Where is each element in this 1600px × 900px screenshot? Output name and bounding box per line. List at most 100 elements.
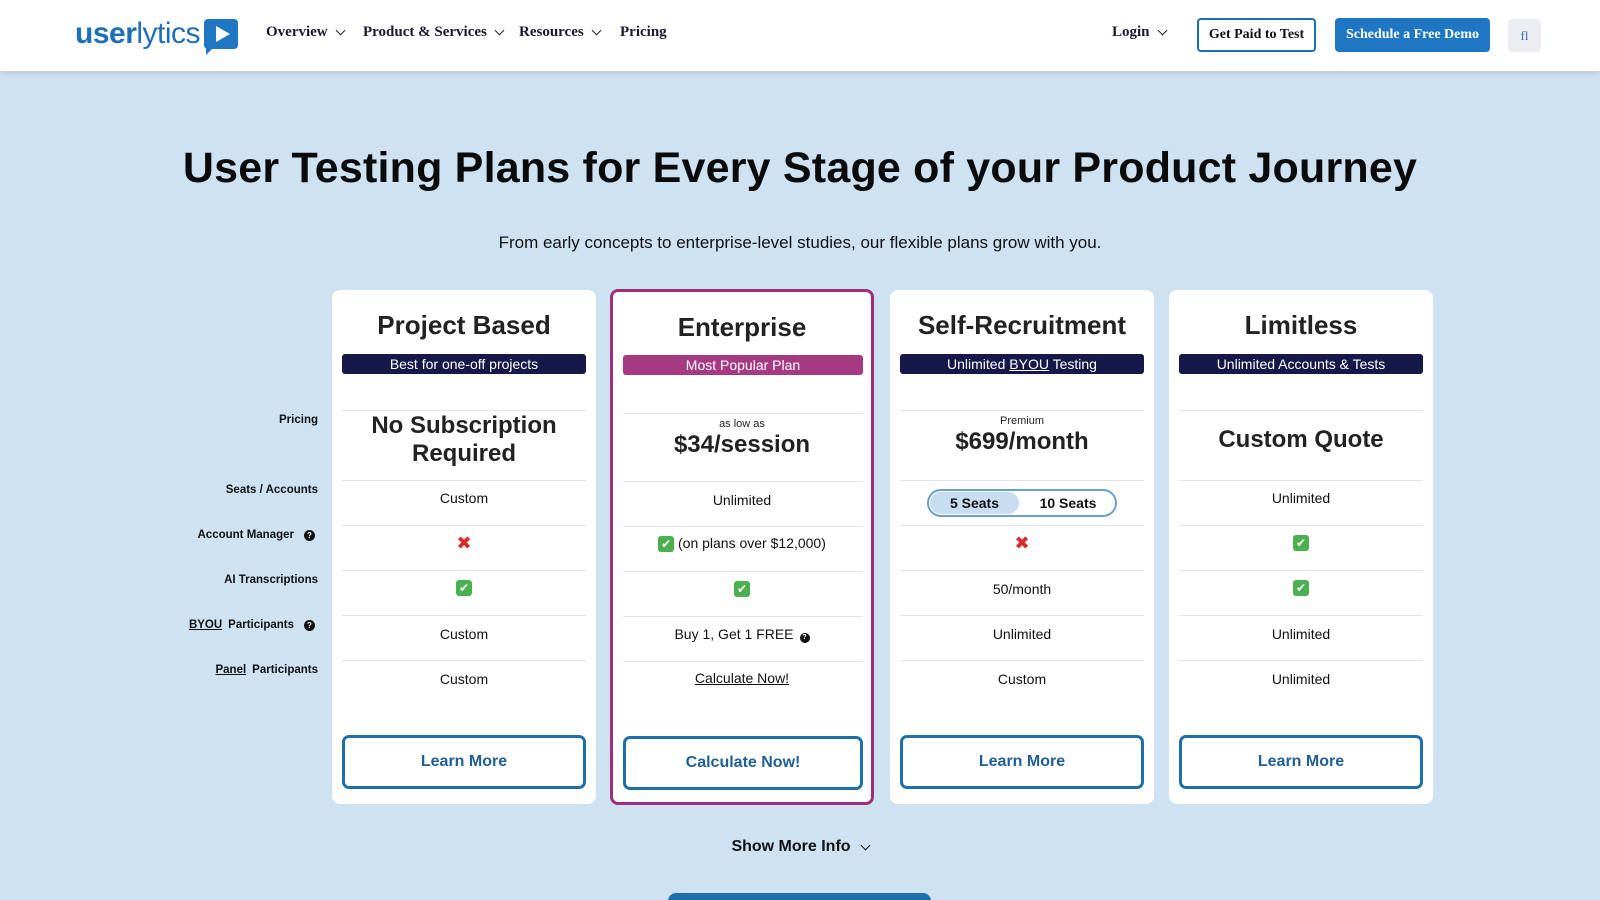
logo-wordmark: userlytics xyxy=(75,17,201,50)
divider xyxy=(342,570,586,571)
panel-link[interactable]: Panel xyxy=(215,664,246,676)
login-menu[interactable]: Login xyxy=(1112,24,1167,41)
cross-icon: ✖ xyxy=(1014,533,1030,553)
page-subtitle: From early concepts to enterprise-level … xyxy=(498,233,1102,252)
plan-title: Enterprise xyxy=(677,312,807,342)
learn-more-button[interactable]: Learn More xyxy=(900,735,1144,789)
help-icon[interactable]: ? xyxy=(304,529,315,541)
row-label-account-manager: Account Manager? xyxy=(197,529,315,541)
chevron-down-icon xyxy=(1157,25,1167,36)
account-manager-value: ✔ xyxy=(1169,534,1433,552)
divider xyxy=(342,660,586,661)
panel-participants-value: Unlimited xyxy=(1271,671,1331,687)
account-manager-value: ✖ xyxy=(332,533,596,554)
chevron-down-icon xyxy=(335,25,346,36)
plan-title: Project Based xyxy=(377,310,551,340)
top-navigation-bar: userlytics Overview Product & Services R… xyxy=(0,0,1600,71)
checkmark-icon: ✔ xyxy=(456,580,472,597)
row-label-byou-participants: BYOU Participants? xyxy=(189,619,315,631)
byou-participants-value: Custom xyxy=(439,626,489,642)
badge-text-pre: Unlimited xyxy=(947,356,1006,372)
play-icon xyxy=(204,19,239,55)
seats-value: Unlimited xyxy=(712,492,772,508)
divider xyxy=(623,413,863,414)
plan-price: Custom Quote xyxy=(1218,426,1384,453)
bottom-cta-button[interactable] xyxy=(668,893,931,900)
plan-card-project-based: Project Based Best for one-off projects … xyxy=(332,290,596,804)
show-more-info-toggle[interactable]: Show More Info xyxy=(0,838,1600,856)
row-label-account-manager-text: Account Manager xyxy=(197,529,295,541)
row-label-panel-participants: Panel Participants xyxy=(215,664,318,676)
seats-value: Unlimited xyxy=(1271,490,1331,506)
byou-participants-value: Unlimited xyxy=(992,626,1052,642)
account-manager-value: ✔ (on plans over $12,000) xyxy=(613,535,871,553)
plan-badge: Unlimited Accounts & Tests xyxy=(1179,354,1423,374)
divider xyxy=(900,525,1144,526)
plan-title: Limitless xyxy=(1244,310,1358,340)
plan-price: $699/month xyxy=(955,428,1089,455)
plan-badge: Most Popular Plan xyxy=(623,355,863,375)
divider xyxy=(900,660,1144,661)
ai-transcriptions-value: ✔ xyxy=(1169,579,1433,597)
calculate-now-link[interactable]: Calculate Now! xyxy=(613,670,871,686)
logo-text-lytics: lytics xyxy=(136,17,201,50)
checkmark-icon: ✔ xyxy=(1293,535,1309,552)
learn-more-button[interactable]: Learn More xyxy=(342,735,586,789)
panel-participants-value: Custom xyxy=(997,671,1047,687)
byou-link[interactable]: BYOU xyxy=(189,619,222,631)
ai-transcriptions-value: ✔ xyxy=(332,579,596,597)
get-paid-to-test-button[interactable]: Get Paid to Test xyxy=(1197,18,1316,52)
nav-resources[interactable]: Resources xyxy=(519,24,602,41)
help-icon[interactable]: ? xyxy=(799,633,810,643)
checkmark-icon: ✔ xyxy=(1293,580,1309,597)
byou-badge-link[interactable]: BYOU xyxy=(1009,356,1049,372)
row-label-pricing: Pricing xyxy=(279,414,318,426)
divider xyxy=(1179,480,1423,481)
nav-resources-label: Resources xyxy=(519,24,584,40)
search-button[interactable]: fl xyxy=(1508,19,1541,52)
nav-pricing[interactable]: Pricing xyxy=(620,24,667,41)
learn-more-button[interactable]: Learn More xyxy=(1179,735,1423,789)
search-icon: fl xyxy=(1520,27,1529,43)
badge-text-post: Testing xyxy=(1052,356,1097,372)
price-prefix: as low as xyxy=(719,418,765,430)
row-label-ai-text: AI Transcriptions xyxy=(224,574,318,586)
logo-text-user: user xyxy=(75,17,137,50)
plan-price: $34/session xyxy=(673,431,811,458)
divider xyxy=(623,661,863,662)
divider xyxy=(1179,570,1423,571)
calculate-now-button[interactable]: Calculate Now! xyxy=(623,736,863,790)
nav-overview[interactable]: Overview xyxy=(266,24,346,41)
divider xyxy=(623,481,863,482)
divider xyxy=(342,525,586,526)
login-label: Login xyxy=(1112,24,1150,40)
show-more-label: Show More Info xyxy=(731,838,851,855)
userlytics-logo[interactable]: userlytics xyxy=(75,17,239,55)
plan-title: Self-Recruitment xyxy=(917,310,1127,340)
nav-overview-label: Overview xyxy=(266,24,328,40)
seat-option-5[interactable]: 5 Seats xyxy=(930,492,1019,514)
divider xyxy=(623,526,863,527)
divider xyxy=(342,480,586,481)
divider xyxy=(900,570,1144,571)
chevron-down-icon xyxy=(860,840,870,850)
chevron-down-icon xyxy=(591,25,602,36)
row-label-ai-transcriptions: AI Transcriptions xyxy=(224,574,318,586)
divider xyxy=(623,616,863,617)
chevron-down-icon xyxy=(494,25,505,36)
seat-option-10[interactable]: 10 Seats xyxy=(1021,492,1115,514)
byou-participants-value: Unlimited xyxy=(1271,626,1331,642)
price-line-1: No Subscription xyxy=(371,412,557,439)
nav-product-services-label: Product & Services xyxy=(363,24,487,40)
nav-product-services[interactable]: Product & Services xyxy=(363,24,505,41)
help-icon[interactable]: ? xyxy=(304,619,315,631)
row-label-pricing-text: Pricing xyxy=(279,414,318,426)
schedule-demo-button[interactable]: Schedule a Free Demo xyxy=(1335,18,1490,52)
seats-value: Custom xyxy=(439,490,489,506)
plan-badge: Unlimited BYOU Testing xyxy=(900,354,1144,374)
panel-participants-value: Custom xyxy=(439,671,489,687)
row-label-byou-text: Participants xyxy=(228,619,294,631)
seat-toggle[interactable]: 5 Seats 10 Seats xyxy=(927,489,1117,517)
byou-offer-text: Buy 1, Get 1 FREE xyxy=(674,626,794,642)
divider xyxy=(1179,660,1423,661)
